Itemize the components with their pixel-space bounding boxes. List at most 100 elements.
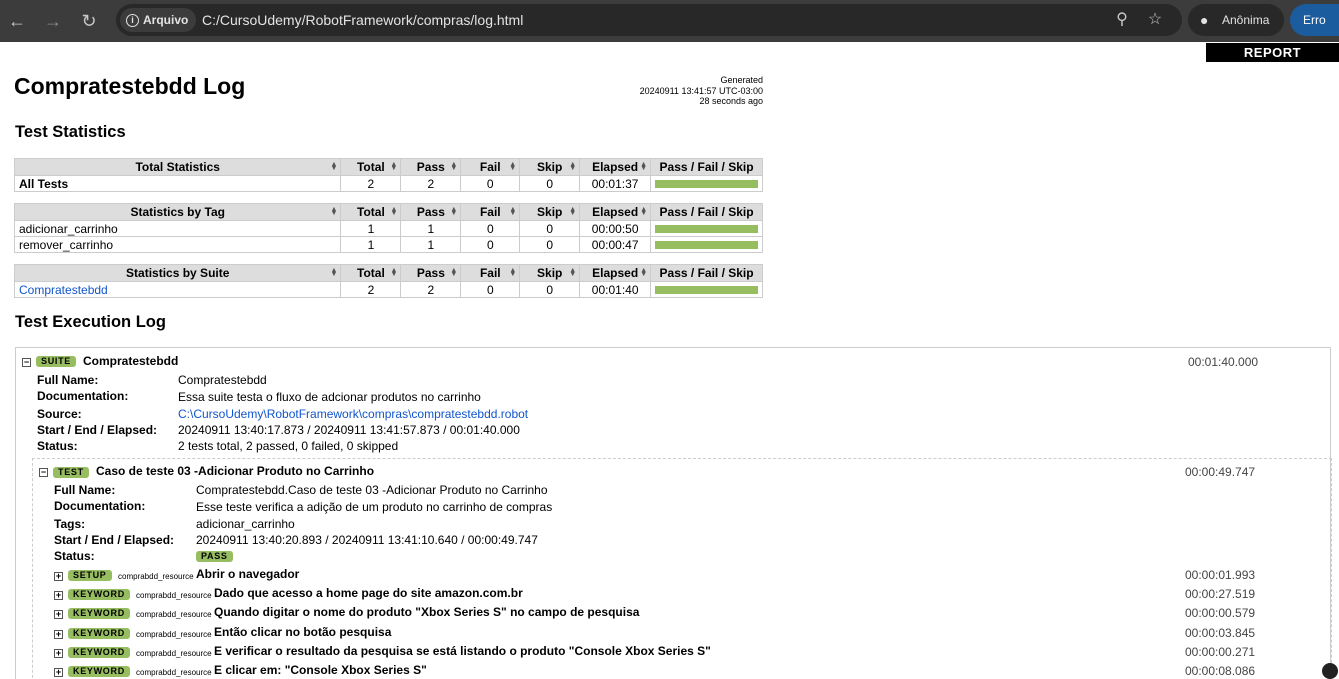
col-total[interactable]: Total ▲ ▼ bbox=[340, 158, 402, 176]
col-pass[interactable]: Pass ▲ ▼ bbox=[400, 158, 462, 176]
stat-skip: 0 bbox=[519, 220, 581, 237]
col-total[interactable]: Total ▲ ▼ bbox=[340, 203, 402, 221]
info-icon: i bbox=[126, 13, 139, 27]
col-fail[interactable]: Fail ▲ ▼ bbox=[460, 158, 521, 176]
col-pass[interactable]: Pass ▲ ▼ bbox=[400, 264, 462, 282]
sort-icon: ▲ ▼ bbox=[390, 206, 398, 217]
source-link[interactable]: C:\CursoUdemy\RobotFramework\compras\com… bbox=[178, 407, 528, 421]
expand-icon[interactable]: + bbox=[54, 610, 63, 619]
keyword-name[interactable]: Quando digitar o nome do produto "Xbox S… bbox=[214, 605, 639, 619]
times-label: Start / End / Elapsed: bbox=[37, 423, 158, 437]
status-label: Status: bbox=[54, 549, 95, 563]
keyword-name[interactable]: E clicar em: "Console Xbox Series S" bbox=[214, 663, 427, 677]
stat-fail: 0 bbox=[460, 281, 521, 298]
keyword-elapsed: 00:00:00.579 bbox=[1185, 606, 1256, 620]
table-row[interactable]: remover_carrinho 1 1 0 0 00:00:47 bbox=[13, 236, 763, 253]
status-value: 2 tests total, 2 passed, 0 failed, 0 ski… bbox=[178, 439, 399, 453]
stat-pass: 2 bbox=[400, 281, 462, 298]
table-row[interactable]: All Tests 2 2 0 0 00:01:37 bbox=[13, 175, 763, 192]
stat-pass: 2 bbox=[400, 175, 462, 192]
stat-graph bbox=[650, 220, 763, 237]
security-label: Arquivo bbox=[143, 13, 189, 27]
error-button[interactable]: Erro ⋮ bbox=[1290, 4, 1339, 36]
col-graph[interactable]: Pass / Fail / Skip bbox=[650, 264, 763, 282]
col-elapsed[interactable]: Elapsed ▲ ▼ bbox=[579, 264, 652, 282]
stat-total: 1 bbox=[340, 220, 402, 237]
sort-icon: ▲ ▼ bbox=[330, 161, 338, 172]
suite-name[interactable]: Compratestebdd bbox=[83, 354, 178, 368]
table-row[interactable]: Compratestebdd 2 2 0 0 00:01:40 bbox=[13, 281, 763, 298]
col-fail[interactable]: Fail ▲ ▼ bbox=[460, 264, 521, 282]
stat-pass: 1 bbox=[400, 220, 462, 237]
keyword-name[interactable]: Então clicar no botão pesquisa bbox=[214, 625, 391, 639]
col-elapsed[interactable]: Elapsed ▲ ▼ bbox=[579, 158, 652, 176]
tag-statistics-table: Statistics by Tag ▲ ▼ Total ▲ ▼ Pass ▲ ▼ Fail ▲… bbox=[13, 203, 763, 253]
total-statistics-header[interactable]: Total Statistics ▲ ▼ bbox=[13, 158, 342, 176]
col-total[interactable]: Total ▲ ▼ bbox=[340, 264, 402, 282]
back-arrow-icon[interactable]: ← bbox=[4, 8, 30, 34]
col-skip[interactable]: Skip ▲ ▼ bbox=[519, 264, 581, 282]
forward-arrow-icon[interactable]: → bbox=[40, 8, 66, 34]
expand-icon[interactable]: + bbox=[54, 591, 63, 600]
bookmark-star-icon[interactable]: ☆ bbox=[1145, 10, 1165, 30]
full-name-label: Full Name: bbox=[54, 483, 116, 497]
expand-icon[interactable]: + bbox=[54, 572, 63, 581]
keyword-name[interactable]: E verificar o resultado da pesquisa se e… bbox=[214, 644, 711, 658]
stat-elapsed: 00:00:50 bbox=[579, 220, 652, 237]
keyword-label-badge: KEYWORD bbox=[68, 628, 130, 639]
report-link-button[interactable]: REPORT bbox=[1206, 43, 1339, 62]
col-graph[interactable]: Pass / Fail / Skip bbox=[650, 158, 763, 176]
stat-elapsed: 00:01:37 bbox=[579, 175, 652, 192]
address-bar[interactable]: i Arquivo C:/CursoUdemy/RobotFramework/c… bbox=[116, 4, 1182, 36]
suite-label-badge: SUITE bbox=[36, 356, 77, 367]
pass-status-badge: PASS bbox=[196, 551, 233, 562]
col-skip[interactable]: Skip ▲ ▼ bbox=[519, 158, 581, 176]
tags-value: adicionar_carrinho bbox=[196, 517, 295, 531]
tag-statistics-header[interactable]: Statistics by Tag ▲ ▼ bbox=[13, 203, 342, 221]
zoom-icon[interactable]: ⚲ bbox=[1112, 10, 1132, 30]
suite-statistics-header[interactable]: Statistics by Suite ▲ ▼ bbox=[13, 264, 342, 282]
execution-log-heading: Test Execution Log bbox=[15, 313, 166, 331]
col-fail[interactable]: Fail ▲ ▼ bbox=[460, 203, 521, 221]
keyword-label-badge: KEYWORD bbox=[68, 666, 130, 677]
incognito-profile-button[interactable]: ● Anônima bbox=[1188, 4, 1284, 36]
collapse-icon[interactable]: − bbox=[22, 358, 31, 367]
sort-icon: ▲ ▼ bbox=[640, 161, 648, 172]
incognito-icon: ● bbox=[1200, 12, 1209, 28]
generated-info: Generated 20240911 13:41:57 UTC-03:00 28… bbox=[560, 75, 763, 107]
stat-fail: 0 bbox=[460, 175, 521, 192]
url-text[interactable]: C:/CursoUdemy/RobotFramework/compras/log… bbox=[202, 4, 523, 36]
expand-icon[interactable]: + bbox=[54, 630, 63, 639]
pass-bar bbox=[655, 285, 758, 294]
full-name-label: Full Name: bbox=[37, 373, 99, 387]
table-row[interactable]: adicionar_carrinho 1 1 0 0 00:00:50 bbox=[13, 220, 763, 237]
keyword-library: comprabdd_resource bbox=[136, 630, 212, 639]
sort-icon: ▲ ▼ bbox=[640, 267, 648, 278]
test-name[interactable]: Caso de teste 03 -Adicionar Produto no C… bbox=[96, 464, 374, 478]
times-value: 20240911 13:40:17.873 / 20240911 13:41:5… bbox=[178, 423, 520, 437]
test-container: − TEST Caso de teste 03 -Adicionar Produ… bbox=[32, 458, 1332, 679]
generated-ago: 28 seconds ago bbox=[699, 96, 763, 106]
col-pass[interactable]: Pass ▲ ▼ bbox=[400, 203, 462, 221]
expand-icon[interactable]: + bbox=[54, 649, 63, 658]
stat-total: 2 bbox=[340, 281, 402, 298]
generated-label: Generated bbox=[720, 75, 763, 85]
stat-graph bbox=[650, 175, 763, 192]
collapse-icon[interactable]: − bbox=[39, 468, 48, 477]
col-elapsed[interactable]: Elapsed ▲ ▼ bbox=[579, 203, 652, 221]
site-info-chip[interactable]: i Arquivo bbox=[120, 8, 197, 32]
suite-elapsed: 00:01:40.000 bbox=[1188, 355, 1259, 369]
menu-dots-icon[interactable]: ⋮ bbox=[1335, 13, 1339, 27]
sort-icon: ▲ ▼ bbox=[450, 206, 458, 217]
dark-mode-toggle-icon[interactable] bbox=[1322, 663, 1338, 679]
reload-icon[interactable]: ↻ bbox=[76, 8, 102, 34]
col-graph[interactable]: Pass / Fail / Skip bbox=[650, 203, 763, 221]
keyword-name[interactable]: Abrir o navegador bbox=[196, 567, 299, 581]
suite-link[interactable]: Compratestebdd bbox=[13, 281, 342, 298]
execution-log: − SUITE Compratestebdd 00:01:40.000 Full… bbox=[15, 347, 1332, 679]
total-statistics-table: Total Statistics ▲ ▼ Total ▲ ▼ Pass ▲ ▼ Fail ▲ ▼… bbox=[13, 158, 763, 192]
expand-icon[interactable]: + bbox=[54, 668, 63, 677]
keyword-name[interactable]: Dado que acesso a home page do site amaz… bbox=[214, 586, 523, 600]
stat-name: remover_carrinho bbox=[13, 236, 342, 253]
col-skip[interactable]: Skip ▲ ▼ bbox=[519, 203, 581, 221]
